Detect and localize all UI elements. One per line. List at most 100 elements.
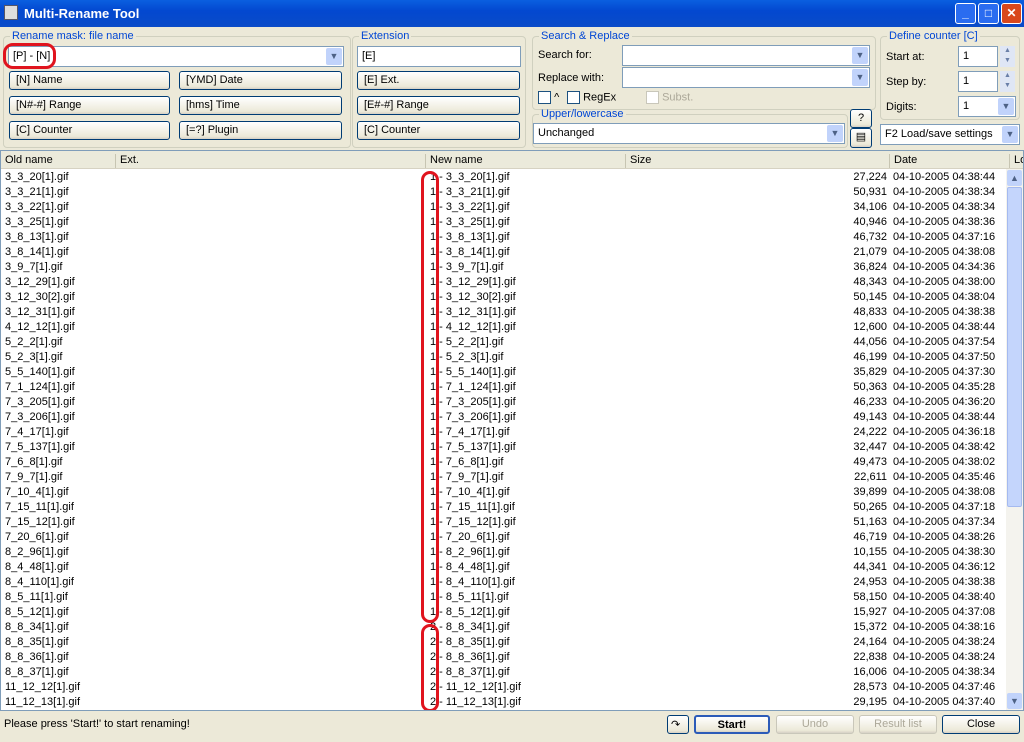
search-label: Search for: [538,49,592,61]
table-row[interactable]: 7_20_6[1].gif 1 - 7_20_6[1].gif 46,719 04-1… [1,530,1007,545]
new-name-cell: 2 - 8_8_35[1].gif [430,636,510,648]
column-ext[interactable]: Ext. [115,154,139,168]
table-row[interactable]: 3_8_13[1].gif 1 - 3_8_13[1].gif 46,732 04-1… [1,230,1007,245]
maximize-button[interactable]: □ [978,3,999,24]
new-name-cell: 1 - 3_9_7[1].gif [430,261,504,273]
start-button[interactable]: Start! [694,715,770,734]
result-list-button[interactable]: Result list [859,715,937,734]
copy-names-button[interactable]: ▤ [850,128,872,148]
subst-checkbox[interactable]: Subst. [646,91,693,104]
table-row[interactable]: 3_12_30[2].gif 1 - 3_12_30[2].gif 50,145 04… [1,290,1007,305]
column-new-name[interactable]: New name [425,154,483,168]
time-button[interactable]: [hms] Time [179,96,342,115]
help-button[interactable]: ? [850,109,872,128]
chevron-down-icon[interactable]: ▼ [1002,126,1018,143]
range-button[interactable]: [N#-#] Range [9,96,170,115]
date-button[interactable]: [YMD] Date [179,71,342,90]
table-row[interactable]: 8_5_12[1].gif 1 - 8_5_12[1].gif 15,927 04-1… [1,605,1007,620]
table-row[interactable]: 7_5_137[1].gif 1 - 7_5_137[1].gif 32,447 04… [1,440,1007,455]
old-name-cell: 3_3_20[1].gif [5,171,69,183]
new-name-cell: 1 - 5_2_3[1].gif [430,351,504,363]
table-row[interactable]: 7_4_17[1].gif 1 - 7_4_17[1].gif 24,222 04-1… [1,425,1007,440]
table-row[interactable]: 5_2_3[1].gif 1 - 5_2_3[1].gif 46,199 04-10-… [1,350,1007,365]
column-size[interactable]: Size [625,154,651,168]
scroll-down-icon[interactable]: ▼ [1007,693,1022,709]
ext-button[interactable]: [E] Ext. [357,71,520,90]
table-row[interactable]: 4_12_12[1].gif 1 - 4_12_12[1].gif 12,600 04… [1,320,1007,335]
table-row[interactable]: 7_15_12[1].gif 1 - 7_15_12[1].gif 51,163 04… [1,515,1007,530]
table-row[interactable]: 11_12_12[1].gif 2 - 11_12_12[1].gif 28,573… [1,680,1007,695]
file-list[interactable]: Old name Ext. New name Size Date Lo 3_3_… [0,150,1024,711]
minimize-button[interactable]: _ [955,3,976,24]
replace-input[interactable]: ▼ [622,67,870,88]
table-row[interactable]: 8_8_35[1].gif 2 - 8_8_35[1].gif 24,164 04-1… [1,635,1007,650]
chevron-down-icon[interactable]: ▼ [326,48,342,65]
caret-checkbox[interactable]: ^ [538,91,559,104]
scroll-up-icon[interactable]: ▲ [1007,170,1022,186]
rename-mask-input[interactable]: [P] - [N] ▼ [8,46,344,67]
table-row[interactable]: 7_1_124[1].gif 1 - 7_1_124[1].gif 50,363 04… [1,380,1007,395]
table-row[interactable]: 5_5_140[1].gif 1 - 5_5_140[1].gif 35,829 04… [1,365,1007,380]
table-row[interactable]: 8_4_48[1].gif 1 - 8_4_48[1].gif 44,341 04-1… [1,560,1007,575]
settings-select[interactable]: F2 Load/save settings ▼ [880,124,1020,145]
chevron-down-icon[interactable]: ▼ [998,98,1014,115]
date-cell: 04-10-2005 04:37:40 [893,696,996,708]
size-cell: 48,833 [853,306,887,318]
table-row[interactable]: 8_8_34[1].gif 2 - 8_8_34[1].gif 15,372 04-1… [1,620,1007,635]
highlight-oval [3,43,56,69]
table-row[interactable]: 3_3_20[1].gif 1 - 3_3_20[1].gif 27,224 04-1… [1,170,1007,185]
table-row[interactable]: 11_12_13[1].gif 2 - 11_12_13[1].gif 29,195… [1,695,1007,710]
ext-counter-button[interactable]: [C] Counter [357,121,520,140]
old-name-cell: 7_3_206[1].gif [5,411,75,423]
table-row[interactable]: 3_3_21[1].gif 1 - 3_3_21[1].gif 50,931 04-1… [1,185,1007,200]
table-row[interactable]: 8_2_96[1].gif 1 - 8_2_96[1].gif 10,155 04-1… [1,545,1007,560]
table-row[interactable]: 8_8_36[1].gif 2 - 8_8_36[1].gif 22,838 04-1… [1,650,1007,665]
table-row[interactable]: 3_8_14[1].gif 1 - 3_8_14[1].gif 21,079 04-1… [1,245,1007,260]
digits-select[interactable]: 1 ▼ [958,96,1016,117]
start-input[interactable]: 1 [958,46,998,67]
table-row[interactable]: 7_6_8[1].gif 1 - 7_6_8[1].gif 49,473 04-10-… [1,455,1007,470]
scroll-thumb[interactable] [1007,187,1022,507]
undo-button[interactable]: Undo [776,715,854,734]
chevron-down-icon[interactable]: ▼ [827,125,843,142]
refresh-button[interactable]: ↷ [667,715,689,734]
plugin-button[interactable]: [=?] Plugin [179,121,342,140]
highlight-oval-folder-2 [421,624,439,710]
table-row[interactable]: 7_3_205[1].gif 1 - 7_3_205[1].gif 46,233 04… [1,395,1007,410]
column-location[interactable]: Lo [1009,154,1023,168]
table-row[interactable]: 3_3_25[1].gif 1 - 3_3_25[1].gif 40,946 04-1… [1,215,1007,230]
table-row[interactable]: 7_3_206[1].gif 1 - 7_3_206[1].gif 49,143 04… [1,410,1007,425]
counter-button[interactable]: [C] Counter [9,121,170,140]
table-row[interactable]: 5_2_2[1].gif 1 - 5_2_2[1].gif 44,056 04-10-… [1,335,1007,350]
table-row[interactable]: 3_3_22[1].gif 1 - 3_3_22[1].gif 34,106 04-1… [1,200,1007,215]
step-input[interactable]: 1 [958,71,998,92]
old-name-cell: 3_9_7[1].gif [5,261,63,273]
table-row[interactable]: 3_9_7[1].gif 1 - 3_9_7[1].gif 36,824 04-10-… [1,260,1007,275]
table-row[interactable]: 7_10_4[1].gif 1 - 7_10_4[1].gif 39,899 04-1… [1,485,1007,500]
chevron-down-icon[interactable]: ▼ [852,47,868,64]
table-row[interactable]: 8_5_11[1].gif 1 - 8_5_11[1].gif 58,150 04-1… [1,590,1007,605]
case-select[interactable]: Unchanged ▼ [533,123,845,144]
name-button[interactable]: [N] Name [9,71,170,90]
old-name-cell: 4_12_12[1].gif [5,321,75,333]
close-window-button[interactable]: ✕ [1001,3,1022,24]
new-name-cell: 1 - 7_15_11[1].gif [430,501,515,513]
ext-range-button[interactable]: [E#-#] Range [357,96,520,115]
column-date[interactable]: Date [889,154,917,168]
table-row[interactable]: 3_12_31[1].gif 1 - 3_12_31[1].gif 48,833 04… [1,305,1007,320]
regex-checkbox[interactable]: RegEx [567,91,616,104]
table-row[interactable]: 3_12_29[1].gif 1 - 3_12_29[1].gif 48,343 04… [1,275,1007,290]
new-name-cell: 1 - 3_12_30[2].gif [430,291,516,303]
table-row[interactable]: 7_9_7[1].gif 1 - 7_9_7[1].gif 22,611 04-10-… [1,470,1007,485]
table-row[interactable]: 8_4_110[1].gif 1 - 8_4_110[1].gif 24,953 04… [1,575,1007,590]
step-spinner[interactable]: ▲ ▼ [1000,71,1015,92]
column-old-name[interactable]: Old name [1,154,53,168]
extension-input[interactable]: [E] [357,46,521,67]
vertical-scrollbar[interactable]: ▲ ▼ [1006,169,1023,710]
start-spinner[interactable]: ▲ ▼ [1000,46,1015,67]
chevron-down-icon[interactable]: ▼ [852,69,868,86]
search-input[interactable]: ▼ [622,45,870,66]
close-button[interactable]: Close [942,715,1020,734]
table-row[interactable]: 8_8_37[1].gif 2 - 8_8_37[1].gif 16,006 04-1… [1,665,1007,680]
table-row[interactable]: 7_15_11[1].gif 1 - 7_15_11[1].gif 50,265 04… [1,500,1007,515]
